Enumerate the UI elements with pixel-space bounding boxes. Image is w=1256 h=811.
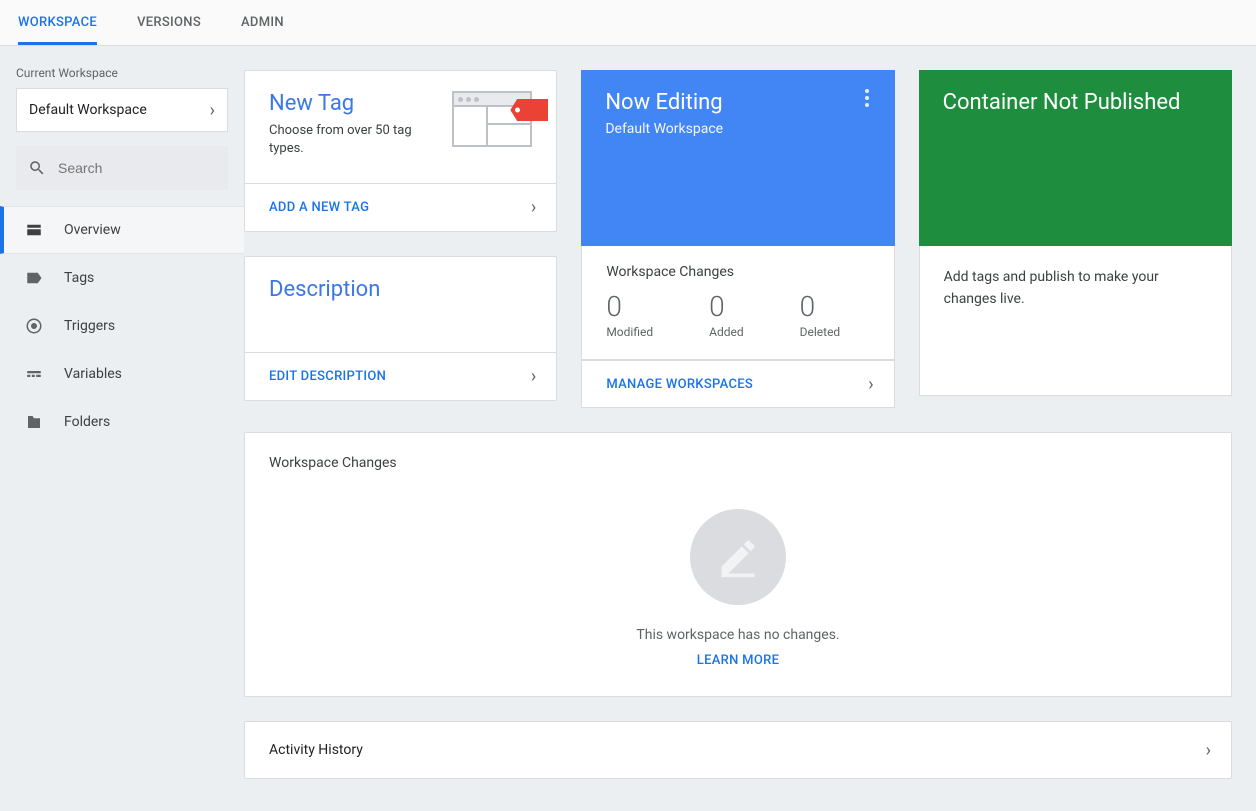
stat-deleted-label: Deleted [800, 325, 841, 339]
search-input[interactable] [46, 160, 239, 176]
search-icon [28, 158, 46, 178]
variable-icon [24, 364, 44, 384]
stat-deleted: 0 Deleted [800, 290, 841, 339]
tag-icon [24, 268, 44, 288]
stat-added-label: Added [709, 325, 744, 339]
description-title: Description [269, 277, 532, 302]
nav-folders[interactable]: Folders [0, 398, 244, 446]
edit-description-action[interactable]: EDIT DESCRIPTION › [245, 352, 556, 400]
nav-variables[interactable]: Variables [0, 350, 244, 398]
not-published-header: Container Not Published [919, 70, 1232, 246]
stat-modified-value: 0 [606, 290, 653, 323]
not-published-card: Container Not Published Add tags and pub… [919, 70, 1232, 396]
nav-label: Overview [64, 222, 121, 238]
new-tag-card: New Tag Choose from over 50 tag types. [244, 70, 557, 232]
manage-workspaces-action[interactable]: MANAGE WORKSPACES › [581, 360, 894, 408]
more-menu-button[interactable] [851, 82, 883, 114]
description-card: Description EDIT DESCRIPTION › [244, 256, 557, 401]
learn-more-link[interactable]: LEARN MORE [697, 653, 779, 668]
new-tag-title: New Tag [269, 91, 429, 116]
tab-versions[interactable]: VERSIONS [137, 0, 201, 45]
activity-history-title: Activity History [269, 742, 363, 758]
chevron-right-icon: › [531, 366, 536, 387]
edit-empty-icon [690, 509, 786, 605]
now-editing-title: Now Editing [605, 90, 870, 115]
chevron-right-icon: › [868, 374, 873, 395]
chevron-right-icon: › [210, 100, 215, 121]
stat-added-value: 0 [709, 290, 744, 323]
nav-label: Variables [64, 366, 122, 382]
trigger-icon [24, 316, 44, 336]
workspace-changes-panel-title: Workspace Changes [245, 433, 1231, 479]
add-new-tag-action[interactable]: ADD A NEW TAG › [245, 183, 556, 231]
nav-tags[interactable]: Tags [0, 254, 244, 302]
search-container[interactable] [16, 146, 228, 190]
main-content: New Tag Choose from over 50 tag types. [244, 46, 1256, 811]
stat-modified: 0 Modified [606, 290, 653, 339]
new-tag-subtitle: Choose from over 50 tag types. [269, 122, 429, 158]
stat-modified-label: Modified [606, 325, 653, 339]
now-editing-card: Now Editing Default Workspace Workspace … [581, 70, 894, 408]
tag-illustration-icon [452, 91, 532, 147]
edit-description-label: EDIT DESCRIPTION [269, 369, 386, 384]
workspace-changes-label: Workspace Changes [606, 264, 869, 280]
nav-label: Tags [64, 270, 94, 286]
sidebar: Current Workspace Default Workspace › Ov… [0, 46, 244, 811]
more-vert-icon [865, 89, 869, 107]
add-new-tag-label: ADD A NEW TAG [269, 200, 369, 215]
chevron-right-icon: › [1206, 740, 1211, 761]
now-editing-workspace: Default Workspace [605, 121, 870, 137]
folder-icon [24, 412, 44, 432]
workspace-name: Default Workspace [29, 102, 147, 118]
top-nav: WORKSPACE VERSIONS ADMIN [0, 0, 1256, 46]
stat-added: 0 Added [709, 290, 744, 339]
nav-overview[interactable]: Overview [0, 206, 244, 254]
dashboard-icon [24, 220, 44, 240]
side-nav: Overview Tags Triggers Variables [0, 206, 244, 446]
nav-label: Triggers [64, 318, 115, 334]
not-published-title: Container Not Published [943, 90, 1208, 115]
empty-state: This workspace has no changes. LEARN MOR… [245, 479, 1231, 696]
chevron-right-icon: › [531, 197, 536, 218]
nav-label: Folders [64, 414, 110, 430]
current-workspace-label: Current Workspace [16, 66, 228, 80]
activity-history-card: Activity History › [244, 721, 1232, 779]
not-published-body: Add tags and publish to make your change… [944, 269, 1159, 307]
tab-workspace[interactable]: WORKSPACE [18, 0, 97, 45]
tab-admin[interactable]: ADMIN [241, 0, 284, 45]
activity-history-row[interactable]: Activity History › [245, 722, 1231, 778]
manage-workspaces-label: MANAGE WORKSPACES [606, 377, 753, 392]
workspace-selector[interactable]: Default Workspace › [16, 88, 228, 132]
workspace-changes-panel: Workspace Changes This workspace has no … [244, 432, 1232, 697]
stat-deleted-value: 0 [800, 290, 841, 323]
nav-triggers[interactable]: Triggers [0, 302, 244, 350]
now-editing-header: Now Editing Default Workspace [581, 70, 894, 246]
empty-state-text: This workspace has no changes. [636, 627, 839, 643]
